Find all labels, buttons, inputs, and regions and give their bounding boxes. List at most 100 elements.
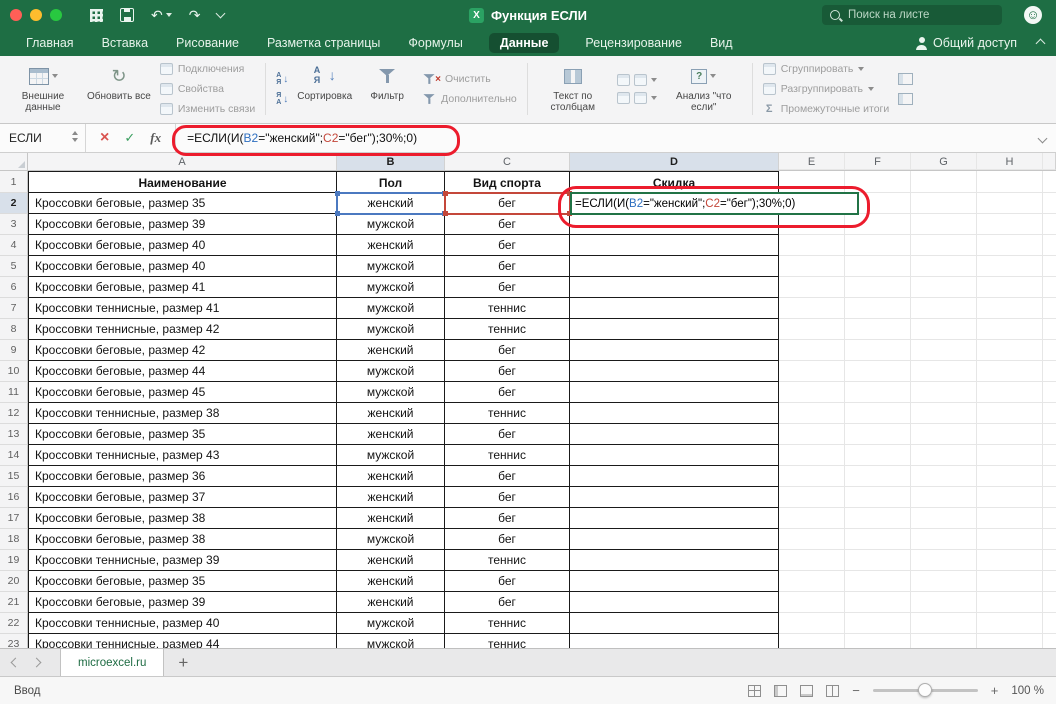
cell-B14[interactable]: мужской bbox=[337, 445, 445, 466]
cell-B8[interactable]: мужской bbox=[337, 319, 445, 340]
cell-F4[interactable] bbox=[845, 235, 911, 256]
cell-B11[interactable]: мужской bbox=[337, 382, 445, 403]
cell-C22[interactable]: теннис bbox=[445, 613, 570, 634]
cell-E6[interactable] bbox=[779, 277, 845, 298]
cell-C14[interactable]: теннис bbox=[445, 445, 570, 466]
cell-B13[interactable]: женский bbox=[337, 424, 445, 445]
text-to-columns-button[interactable]: Текст по столбцам bbox=[538, 59, 608, 119]
cell-H22[interactable] bbox=[977, 613, 1043, 634]
cell-A10[interactable]: Кроссовки беговые, размер 44 bbox=[28, 361, 337, 382]
cell-F8[interactable] bbox=[845, 319, 911, 340]
undo-dropdown-icon[interactable] bbox=[166, 13, 172, 17]
cell-C4[interactable]: бег bbox=[445, 235, 570, 256]
cell-H15[interactable] bbox=[977, 466, 1043, 487]
cell-B2[interactable]: женский bbox=[337, 193, 445, 214]
fullscreen-button[interactable] bbox=[50, 9, 62, 21]
formula-bar-expand-icon[interactable] bbox=[1038, 134, 1048, 144]
cell-A22[interactable]: Кроссовки теннисные, размер 40 bbox=[28, 613, 337, 634]
flash-fill-icon[interactable] bbox=[617, 92, 630, 104]
cell-C5[interactable]: бег bbox=[445, 256, 570, 277]
row-header-18[interactable]: 18 bbox=[0, 529, 28, 550]
redo-icon[interactable]: ↷ bbox=[189, 8, 201, 22]
row-header-14[interactable]: 14 bbox=[0, 445, 28, 466]
search-box[interactable] bbox=[822, 5, 1002, 25]
ungroup-button[interactable]: Разгруппировать bbox=[763, 81, 890, 97]
cell-C17[interactable]: бег bbox=[445, 508, 570, 529]
cell-D7[interactable] bbox=[570, 298, 779, 319]
cell-F6[interactable] bbox=[845, 277, 911, 298]
cell-G6[interactable] bbox=[911, 277, 977, 298]
ribbon-tab-3[interactable]: Рисование bbox=[174, 33, 241, 53]
cell-B9[interactable]: женский bbox=[337, 340, 445, 361]
cell-C21[interactable]: бег bbox=[445, 592, 570, 613]
cell-B15[interactable]: женский bbox=[337, 466, 445, 487]
column-header-E[interactable]: E bbox=[779, 153, 845, 170]
feedback-smiley-icon[interactable]: ☺ bbox=[1024, 6, 1042, 24]
ribbon-tab-8[interactable]: Вид bbox=[708, 33, 735, 53]
filter-button[interactable]: Фильтр bbox=[361, 59, 413, 119]
cell-E1[interactable] bbox=[779, 171, 845, 193]
row-header-15[interactable]: 15 bbox=[0, 466, 28, 487]
cell-C20[interactable]: бег bbox=[445, 571, 570, 592]
cell-C3[interactable]: бег bbox=[445, 214, 570, 235]
cell-D18[interactable] bbox=[570, 529, 779, 550]
data-validation-icon[interactable] bbox=[634, 74, 647, 86]
cell-F12[interactable] bbox=[845, 403, 911, 424]
group-button[interactable]: Сгруппировать bbox=[763, 61, 890, 77]
row-header-10[interactable]: 10 bbox=[0, 361, 28, 382]
cell-C6[interactable]: бег bbox=[445, 277, 570, 298]
edit-links-button[interactable]: Изменить связи bbox=[160, 101, 255, 117]
cell-A2[interactable]: Кроссовки беговые, размер 35 bbox=[28, 193, 337, 214]
cell-E12[interactable] bbox=[779, 403, 845, 424]
cell-A9[interactable]: Кроссовки беговые, размер 42 bbox=[28, 340, 337, 361]
cell-F16[interactable] bbox=[845, 487, 911, 508]
cell-E18[interactable] bbox=[779, 529, 845, 550]
cell-F13[interactable] bbox=[845, 424, 911, 445]
column-header-B[interactable]: B bbox=[337, 153, 445, 170]
cell-E8[interactable] bbox=[779, 319, 845, 340]
external-data-button[interactable]: Внешние данные bbox=[8, 59, 78, 119]
cell-A15[interactable]: Кроссовки беговые, размер 36 bbox=[28, 466, 337, 487]
cell-B3[interactable]: мужской bbox=[337, 214, 445, 235]
row-header-21[interactable]: 21 bbox=[0, 592, 28, 613]
cell-H21[interactable] bbox=[977, 592, 1043, 613]
cell-A11[interactable]: Кроссовки беговые, размер 45 bbox=[28, 382, 337, 403]
cell-D14[interactable] bbox=[570, 445, 779, 466]
save-icon[interactable] bbox=[120, 8, 134, 22]
cell-B17[interactable]: женский bbox=[337, 508, 445, 529]
cell-H20[interactable] bbox=[977, 571, 1043, 592]
cell-B6[interactable]: мужской bbox=[337, 277, 445, 298]
cell-E13[interactable] bbox=[779, 424, 845, 445]
row-header-1[interactable]: 1 bbox=[0, 171, 28, 193]
what-if-analysis-button[interactable]: ? Анализ "что если" bbox=[666, 59, 742, 119]
cell-F1[interactable] bbox=[845, 171, 911, 193]
cell-D3[interactable] bbox=[570, 214, 779, 235]
cell-B23[interactable]: мужской bbox=[337, 634, 445, 648]
sort-ascending-button[interactable]: АЯ↓ bbox=[276, 71, 288, 87]
apps-grid-icon[interactable] bbox=[90, 9, 103, 22]
cell-F10[interactable] bbox=[845, 361, 911, 382]
view-grid-icon[interactable] bbox=[748, 685, 761, 697]
cell-C8[interactable]: теннис bbox=[445, 319, 570, 340]
cell-D6[interactable] bbox=[570, 277, 779, 298]
view-page-break-icon[interactable] bbox=[826, 685, 839, 697]
cell-G4[interactable] bbox=[911, 235, 977, 256]
cell-G22[interactable] bbox=[911, 613, 977, 634]
cell-F15[interactable] bbox=[845, 466, 911, 487]
cell-E21[interactable] bbox=[779, 592, 845, 613]
row-header-9[interactable]: 9 bbox=[0, 340, 28, 361]
cell-A14[interactable]: Кроссовки теннисные, размер 43 bbox=[28, 445, 337, 466]
sort-descending-button[interactable]: ЯА↓ bbox=[276, 91, 288, 107]
cell-E3[interactable] bbox=[779, 214, 845, 235]
undo-icon[interactable]: ↶ bbox=[151, 8, 163, 22]
cell-A1[interactable]: Наименование bbox=[28, 171, 337, 193]
cell-F5[interactable] bbox=[845, 256, 911, 277]
cell-A23[interactable]: Кроссовки теннисные, размер 44 bbox=[28, 634, 337, 648]
sheet-nav-next-icon[interactable] bbox=[32, 658, 42, 668]
cell-H6[interactable] bbox=[977, 277, 1043, 298]
cell-C13[interactable]: бег bbox=[445, 424, 570, 445]
cell-D8[interactable] bbox=[570, 319, 779, 340]
properties-button[interactable]: Свойства bbox=[160, 81, 255, 97]
cell-G7[interactable] bbox=[911, 298, 977, 319]
cancel-formula-icon[interactable]: × bbox=[100, 130, 109, 146]
